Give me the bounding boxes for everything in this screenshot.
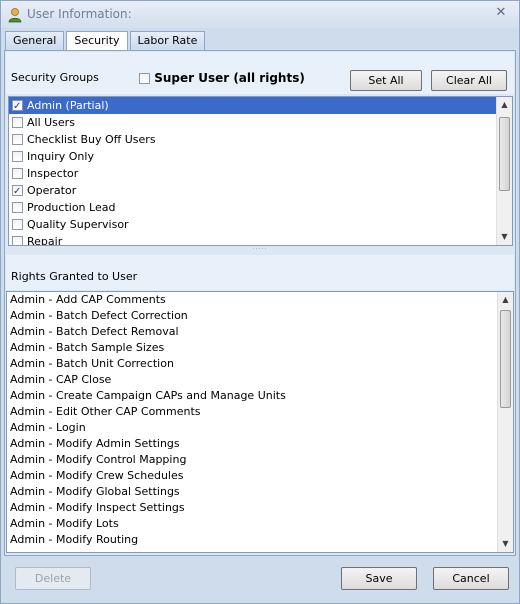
group-checkbox[interactable] bbox=[12, 183, 23, 200]
security-groups-rows: Admin (Partial) All Users Checklist Buy Of… bbox=[9, 97, 512, 246]
list-item[interactable]: Admin (Partial) bbox=[9, 97, 512, 115]
close-icon[interactable]: ✕ bbox=[493, 5, 509, 21]
dialog-footer: Delete Save Cancel bbox=[1, 559, 519, 603]
list-item[interactable]: All Users bbox=[9, 114, 512, 131]
security-groups-list[interactable]: Admin (Partial) All Users Checklist Buy Of… bbox=[8, 96, 513, 246]
group-label: Operator bbox=[27, 184, 77, 197]
group-checkbox[interactable] bbox=[12, 218, 23, 230]
group-label: Production Lead bbox=[27, 201, 116, 214]
user-information-window: User Information: ✕ General Security Lab… bbox=[0, 0, 520, 604]
scroll-up-icon[interactable]: ▲ bbox=[497, 97, 512, 113]
rights-rows: Admin - Add CAP Comments Admin - Batch De… bbox=[7, 292, 513, 548]
group-label: Inquiry Only bbox=[27, 150, 94, 163]
title-bar: User Information: ✕ bbox=[1, 1, 519, 28]
scroll-down-icon[interactable]: ▼ bbox=[498, 536, 513, 552]
security-panel: Security Groups Super User (all rights) … bbox=[4, 50, 516, 556]
list-item[interactable]: Admin - Batch Unit Correction bbox=[7, 356, 513, 372]
list-item[interactable]: Checklist Buy Off Users bbox=[9, 131, 512, 148]
rights-scroll-thumb[interactable] bbox=[500, 310, 511, 408]
list-item[interactable]: Production Lead bbox=[9, 199, 512, 216]
group-checkbox[interactable] bbox=[12, 235, 23, 245]
group-checkbox[interactable] bbox=[12, 150, 23, 162]
cancel-button[interactable]: Cancel bbox=[433, 567, 509, 590]
group-checkbox[interactable] bbox=[12, 167, 23, 179]
list-item[interactable]: Admin - Edit Other CAP Comments bbox=[7, 404, 513, 420]
list-item[interactable]: Admin - Add CAP Comments bbox=[7, 292, 513, 308]
user-icon bbox=[8, 8, 22, 23]
list-item[interactable]: Admin - Modify Lots bbox=[7, 516, 513, 532]
security-groups-header: Security Groups Super User (all rights) … bbox=[6, 52, 514, 94]
group-checkbox[interactable] bbox=[12, 201, 23, 213]
tab-labor-rate[interactable]: Labor Rate bbox=[129, 31, 206, 51]
list-item[interactable]: Repair bbox=[9, 233, 512, 246]
list-item[interactable]: Admin - Batch Defect Removal bbox=[7, 324, 513, 340]
list-item[interactable]: Admin - CAP Close bbox=[7, 372, 513, 388]
list-item[interactable]: Admin - Modify Admin Settings bbox=[7, 436, 513, 452]
list-item[interactable]: Admin - Modify Control Mapping bbox=[7, 452, 513, 468]
list-item[interactable]: Inquiry Only bbox=[9, 148, 512, 165]
list-item[interactable]: Admin - Modify Routing bbox=[7, 532, 513, 548]
group-checkbox[interactable] bbox=[12, 133, 23, 145]
list-item[interactable]: Admin - Login bbox=[7, 420, 513, 436]
rights-header: Rights Granted to User bbox=[6, 255, 514, 290]
scroll-up-icon[interactable]: ▲ bbox=[498, 292, 513, 308]
list-item[interactable]: Quality Supervisor bbox=[9, 216, 512, 233]
list-item[interactable]: Admin - Modify Inspect Settings bbox=[7, 500, 513, 516]
group-label: Admin (Partial) bbox=[27, 99, 109, 112]
scroll-down-icon[interactable]: ▼ bbox=[497, 229, 512, 245]
save-button[interactable]: Save bbox=[341, 567, 417, 590]
super-user-label: Super User (all rights) bbox=[154, 71, 305, 85]
list-item[interactable]: Admin - Batch Defect Correction bbox=[7, 308, 513, 324]
tab-strip: General Security Labor Rate bbox=[5, 31, 206, 52]
list-item[interactable]: Inspector bbox=[9, 165, 512, 182]
group-label: Checklist Buy Off Users bbox=[27, 133, 156, 146]
group-checkbox[interactable] bbox=[12, 98, 23, 115]
group-checkbox[interactable] bbox=[12, 116, 23, 128]
groups-scroll-thumb[interactable] bbox=[499, 117, 510, 191]
super-user-checkbox[interactable] bbox=[139, 73, 150, 84]
list-item[interactable]: Admin - Modify Global Settings bbox=[7, 484, 513, 500]
list-item[interactable]: Operator bbox=[9, 182, 512, 200]
list-splitter[interactable]: ····· bbox=[6, 247, 514, 254]
rights-granted-label: Rights Granted to User bbox=[11, 270, 138, 283]
super-user-checkbox-row[interactable]: Super User (all rights) bbox=[139, 71, 305, 85]
rights-scrollbar[interactable]: ▲ ▼ bbox=[497, 292, 513, 552]
list-item[interactable]: Admin - Create Campaign CAPs and Manage … bbox=[7, 388, 513, 404]
window-title: User Information: bbox=[27, 7, 132, 21]
tab-security[interactable]: Security bbox=[66, 31, 128, 52]
delete-button[interactable]: Delete bbox=[15, 567, 91, 590]
list-item[interactable]: Admin - Modify Crew Schedules bbox=[7, 468, 513, 484]
set-all-button[interactable]: Set All bbox=[350, 70, 422, 91]
group-label: All Users bbox=[27, 116, 75, 129]
tab-general[interactable]: General bbox=[5, 31, 65, 51]
rights-list[interactable]: Admin - Add CAP Comments Admin - Batch De… bbox=[6, 291, 514, 553]
groups-scrollbar[interactable]: ▲ ▼ bbox=[496, 97, 512, 245]
clear-all-button[interactable]: Clear All bbox=[431, 70, 507, 91]
group-label: Inspector bbox=[27, 167, 79, 180]
group-label: Repair bbox=[27, 235, 63, 246]
list-item[interactable]: Admin - Batch Sample Sizes bbox=[7, 340, 513, 356]
security-groups-label: Security Groups bbox=[11, 71, 99, 84]
group-label: Quality Supervisor bbox=[27, 218, 129, 231]
